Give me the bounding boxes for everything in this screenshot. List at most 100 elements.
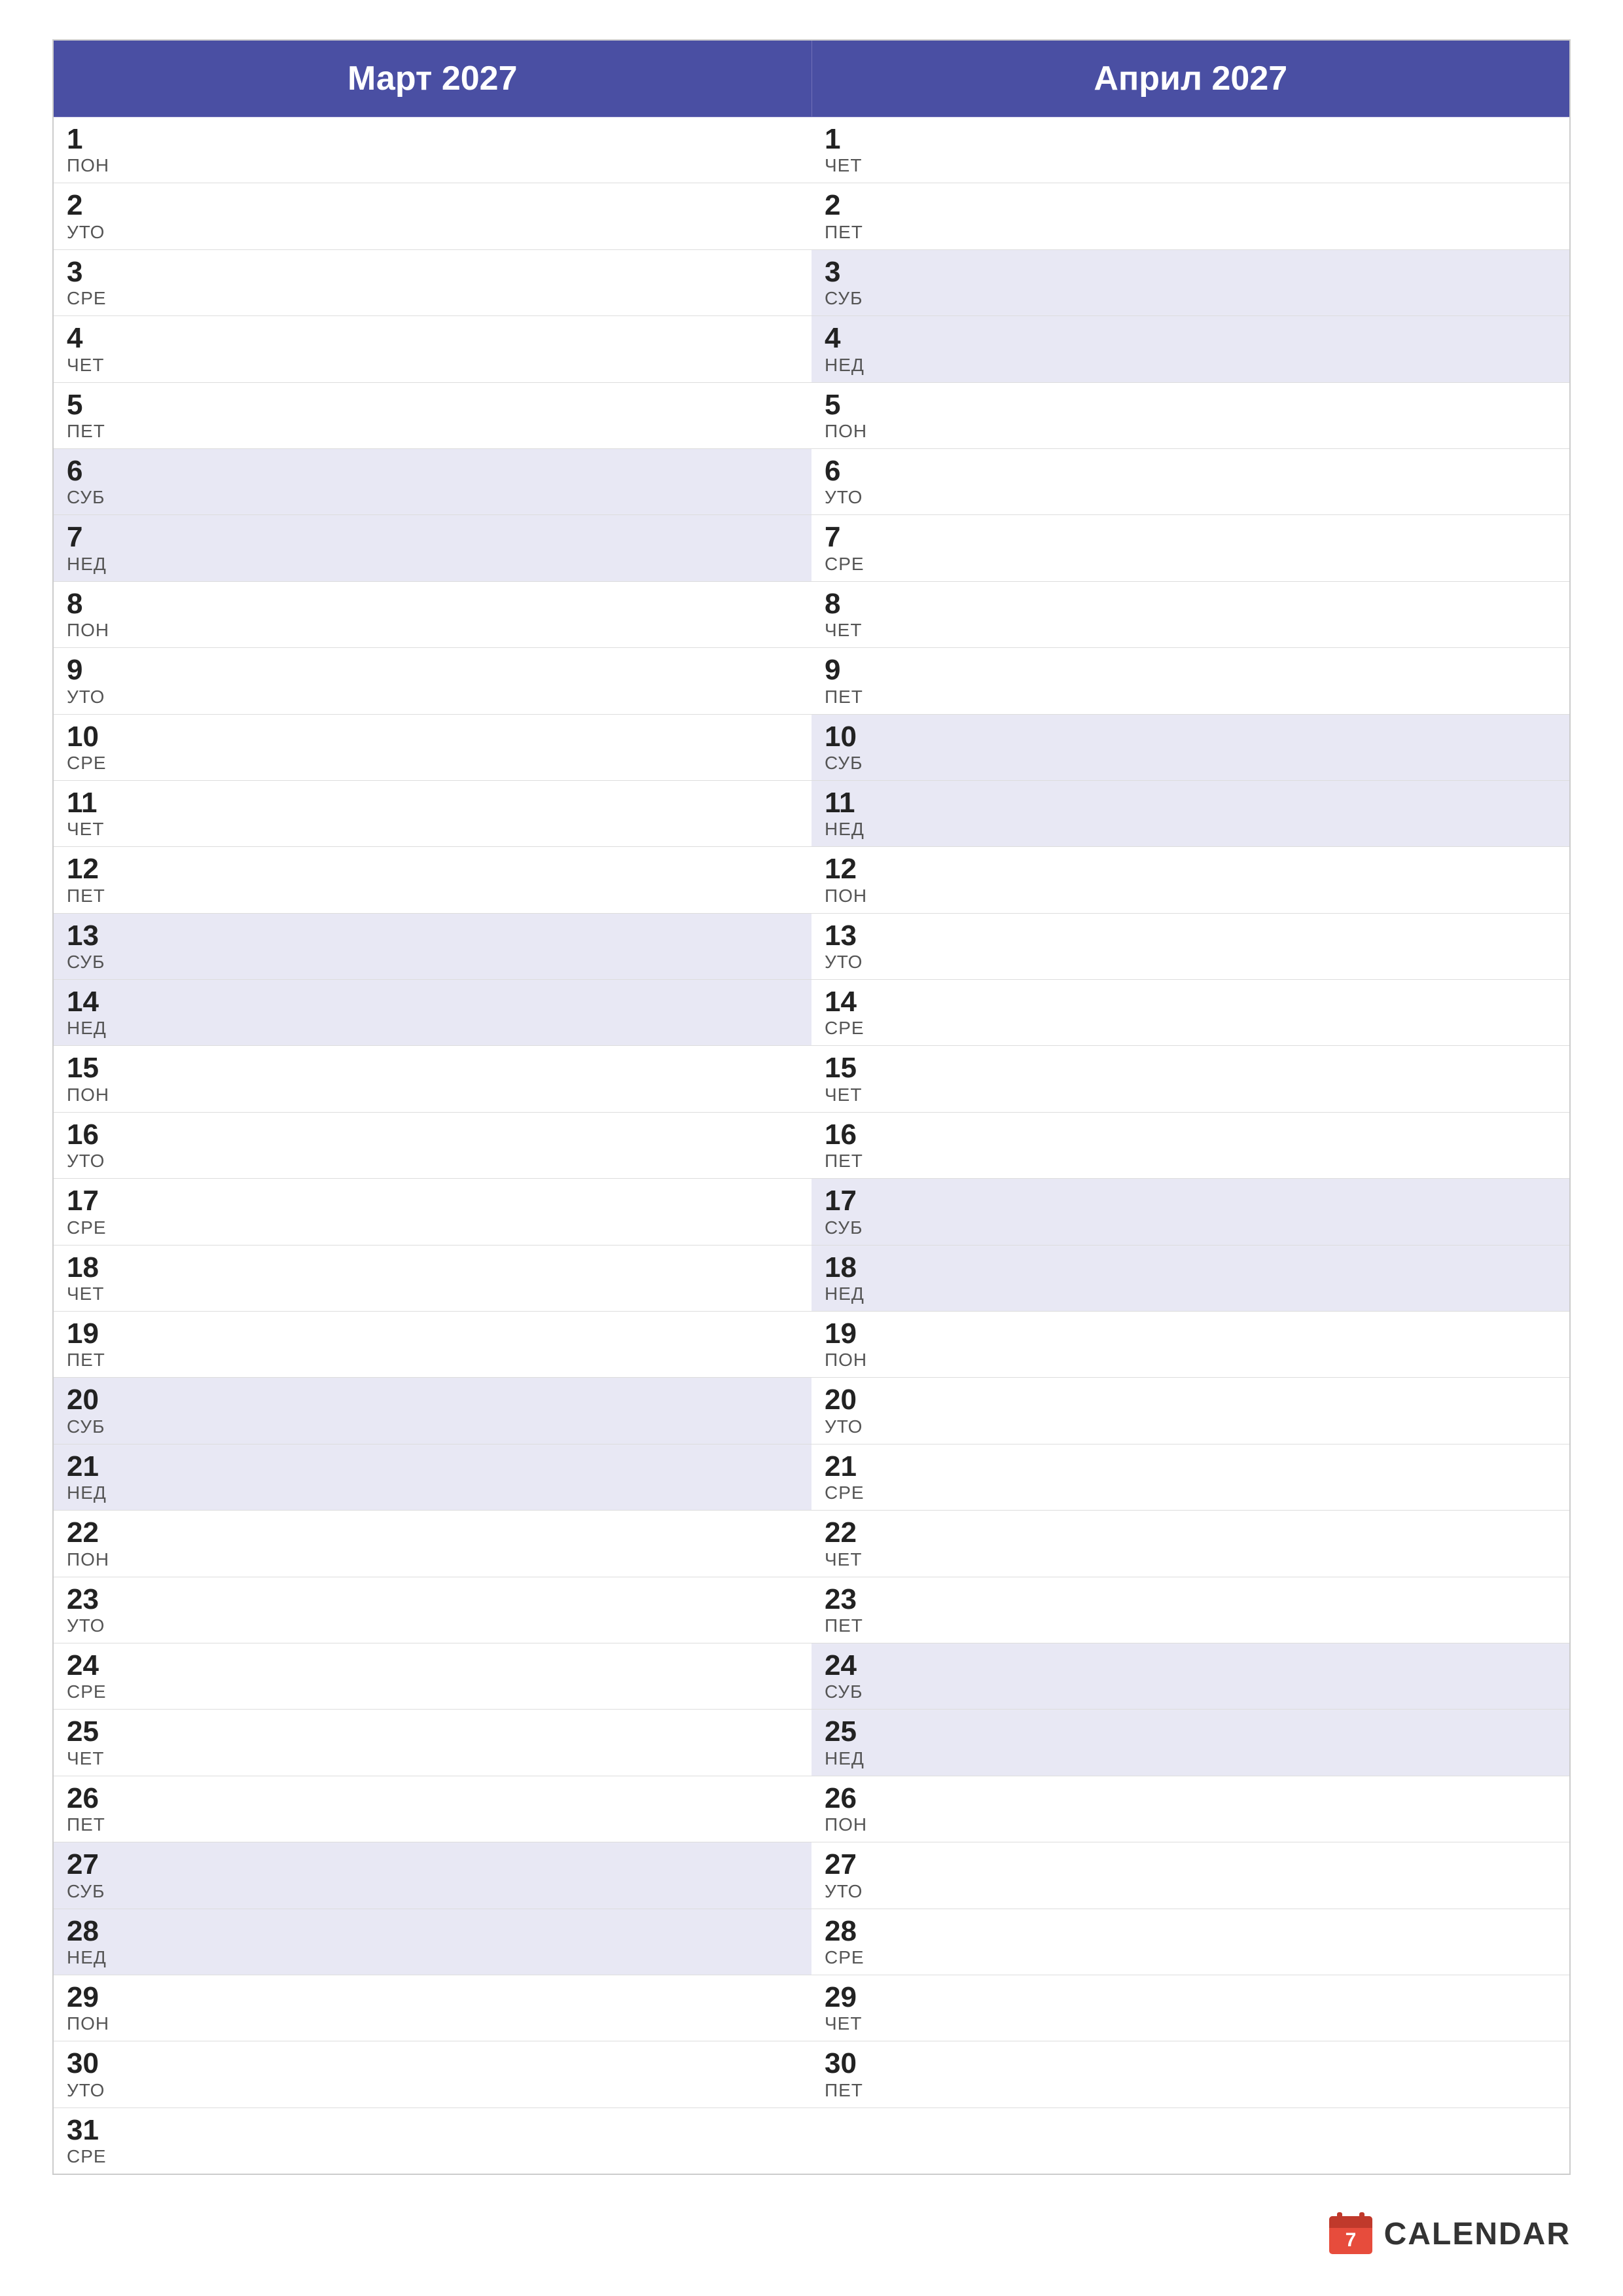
day-name: СУБ — [825, 288, 1556, 309]
day-number: 16 — [825, 1119, 1556, 1151]
day-name: НЕД — [67, 1482, 798, 1503]
day-name: СУБ — [825, 1217, 1556, 1238]
april-day-cell: 15ЧЕТ — [812, 1046, 1570, 1112]
day-name: ПЕТ — [67, 886, 798, 906]
march-day-cell: 22ПОН — [53, 1511, 812, 1577]
day-number: 23 — [825, 1584, 1556, 1615]
april-day-cell: 8ЧЕТ — [812, 581, 1570, 647]
day-number: 28 — [825, 1916, 1556, 1947]
table-row: 31СРЕ — [53, 2108, 1570, 2174]
april-day-cell: 21СРЕ — [812, 1444, 1570, 1510]
day-name: УТО — [825, 487, 1556, 508]
march-day-cell: 21НЕД — [53, 1444, 812, 1510]
april-day-cell: 17СУБ — [812, 1179, 1570, 1245]
day-name: НЕД — [825, 819, 1556, 840]
day-number: 7 — [67, 522, 798, 553]
day-number: 2 — [67, 190, 798, 221]
april-day-cell: 23ПЕТ — [812, 1577, 1570, 1643]
march-day-cell: 26ПЕТ — [53, 1776, 812, 1842]
march-day-cell: 20СУБ — [53, 1378, 812, 1444]
march-day-cell: 1ПОН — [53, 117, 812, 183]
table-row: 6СУБ6УТО — [53, 448, 1570, 514]
day-number: 20 — [67, 1384, 798, 1416]
day-name: СРЕ — [67, 753, 798, 774]
footer-logo: 7 CALENDAR — [1328, 2211, 1571, 2257]
march-day-cell: 14НЕД — [53, 980, 812, 1046]
march-day-cell: 24СРЕ — [53, 1643, 812, 1709]
day-number: 30 — [67, 2048, 798, 2079]
day-number: 27 — [825, 1849, 1556, 1880]
table-row: 12ПЕТ12ПОН — [53, 847, 1570, 913]
day-number: 1 — [67, 124, 798, 155]
day-number: 5 — [825, 389, 1556, 421]
day-name: ПОН — [825, 886, 1556, 906]
march-day-cell: 28НЕД — [53, 1909, 812, 1975]
april-day-cell: 26ПОН — [812, 1776, 1570, 1842]
table-row: 13СУБ13УТО — [53, 913, 1570, 979]
table-row: 7НЕД7СРЕ — [53, 515, 1570, 581]
day-name: ПОН — [67, 1085, 798, 1105]
table-row: 24СРЕ24СУБ — [53, 1643, 1570, 1709]
day-name: НЕД — [67, 1018, 798, 1039]
april-day-cell: 14СРЕ — [812, 980, 1570, 1046]
march-day-cell: 2УТО — [53, 183, 812, 249]
april-day-cell: 4НЕД — [812, 316, 1570, 382]
day-name: СУБ — [825, 1681, 1556, 1702]
march-header: Март 2027 — [53, 40, 812, 117]
table-row: 9УТО9ПЕТ — [53, 648, 1570, 714]
day-number: 8 — [825, 588, 1556, 620]
april-day-cell: 16ПЕТ — [812, 1112, 1570, 1178]
day-name: ПЕТ — [67, 421, 798, 442]
table-row: 16УТО16ПЕТ — [53, 1112, 1570, 1178]
april-day-cell: 29ЧЕТ — [812, 1975, 1570, 2041]
march-day-cell: 7НЕД — [53, 515, 812, 581]
day-number: 24 — [67, 1650, 798, 1681]
april-day-cell: 28СРЕ — [812, 1909, 1570, 1975]
day-number: 23 — [67, 1584, 798, 1615]
april-day-cell: 7СРЕ — [812, 515, 1570, 581]
march-day-cell: 13СУБ — [53, 913, 812, 979]
day-name: УТО — [67, 687, 798, 708]
april-day-cell: 11НЕД — [812, 780, 1570, 846]
day-name: ПЕТ — [67, 1814, 798, 1835]
march-day-cell: 25ЧЕТ — [53, 1710, 812, 1776]
calendar-icon: 7 — [1328, 2211, 1374, 2257]
day-name: УТО — [67, 1151, 798, 1172]
april-day-cell: 30ПЕТ — [812, 2041, 1570, 2108]
table-row: 29ПОН29ЧЕТ — [53, 1975, 1570, 2041]
march-day-cell: 9УТО — [53, 648, 812, 714]
day-number: 19 — [825, 1318, 1556, 1350]
day-number: 17 — [825, 1185, 1556, 1217]
day-number: 9 — [825, 655, 1556, 686]
april-day-cell: 9ПЕТ — [812, 648, 1570, 714]
day-name: СУБ — [825, 753, 1556, 774]
table-row: 8ПОН8ЧЕТ — [53, 581, 1570, 647]
day-name: ПОН — [825, 421, 1556, 442]
day-number: 14 — [825, 986, 1556, 1018]
table-row: 10СРЕ10СУБ — [53, 714, 1570, 780]
table-row: 26ПЕТ26ПОН — [53, 1776, 1570, 1842]
day-number: 4 — [825, 323, 1556, 354]
logo-label: CALENDAR — [1384, 2216, 1571, 2252]
day-number: 13 — [67, 920, 798, 952]
day-number: 24 — [825, 1650, 1556, 1681]
day-name: СУБ — [67, 1416, 798, 1437]
day-number: 19 — [67, 1318, 798, 1350]
march-day-cell: 27СУБ — [53, 1842, 812, 1909]
march-day-cell: 15ПОН — [53, 1046, 812, 1112]
day-number: 29 — [825, 1982, 1556, 2013]
march-day-cell: 3СРЕ — [53, 249, 812, 315]
day-number: 1 — [825, 124, 1556, 155]
day-number: 6 — [825, 456, 1556, 487]
day-name: УТО — [67, 2080, 798, 2101]
day-number: 8 — [67, 588, 798, 620]
march-day-cell: 29ПОН — [53, 1975, 812, 2041]
day-number: 21 — [67, 1451, 798, 1482]
april-day-cell: 18НЕД — [812, 1245, 1570, 1311]
day-name: НЕД — [825, 355, 1556, 376]
march-day-cell: 16УТО — [53, 1112, 812, 1178]
day-number: 31 — [67, 2115, 798, 2146]
day-number: 20 — [825, 1384, 1556, 1416]
svg-text:7: 7 — [1345, 2229, 1356, 2251]
day-number: 11 — [67, 787, 798, 819]
